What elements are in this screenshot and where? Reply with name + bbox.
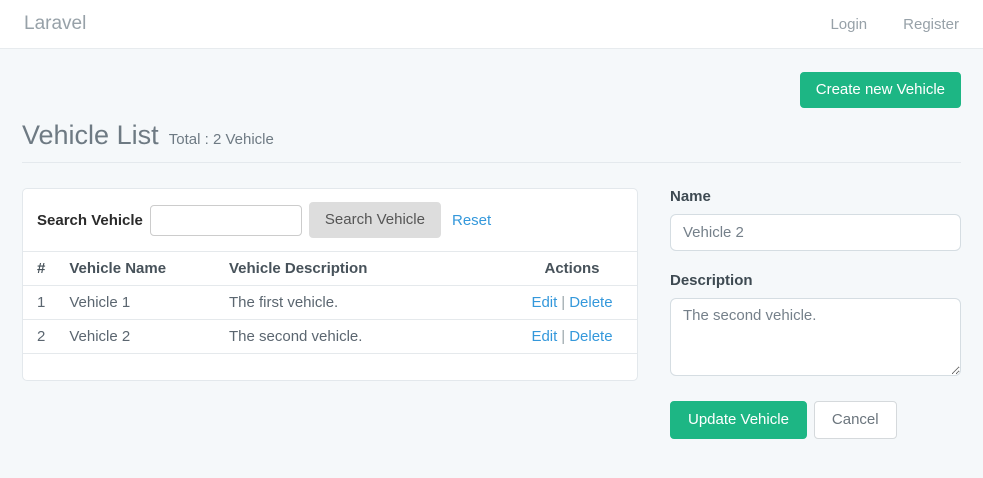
page-subtitle: Total : 2 Vehicle: [169, 131, 274, 148]
login-link[interactable]: Login: [830, 16, 867, 33]
top-actions: Create new Vehicle: [22, 49, 961, 108]
header-vehicle-name: Vehicle Name: [57, 252, 217, 286]
name-input[interactable]: [670, 214, 961, 251]
row-number: 1: [23, 286, 57, 320]
form-buttons: Update Vehicle Cancel: [670, 401, 961, 439]
table-row: 1 Vehicle 1 The first vehicle. Edit|Dele…: [23, 286, 637, 320]
search-row: Search Vehicle Search Vehicle Reset: [23, 189, 637, 251]
update-vehicle-button[interactable]: Update Vehicle: [670, 401, 807, 439]
navbar: Laravel Login Register: [0, 0, 983, 49]
vehicle-list-panel: Search Vehicle Search Vehicle Reset # Ve…: [22, 188, 638, 381]
reset-link[interactable]: Reset: [452, 212, 491, 229]
table-empty-space: [23, 353, 637, 380]
action-separator: |: [561, 328, 565, 345]
page-title: Vehicle List: [22, 120, 159, 150]
header-divider: [22, 162, 961, 163]
row-vehicle-name: Vehicle 2: [57, 320, 217, 354]
header-actions: Actions: [507, 252, 637, 286]
description-label: Description: [670, 272, 961, 289]
edit-link[interactable]: Edit: [531, 294, 557, 311]
vehicle-edit-form: Name Description The second vehicle. Upd…: [670, 188, 961, 439]
register-link[interactable]: Register: [903, 16, 959, 33]
search-button[interactable]: Search Vehicle: [309, 202, 441, 238]
row-vehicle-description: The second vehicle.: [217, 320, 507, 354]
table-row: 2 Vehicle 2 The second vehicle. Edit|Del…: [23, 320, 637, 354]
delete-link[interactable]: Delete: [569, 328, 612, 345]
create-new-vehicle-button[interactable]: Create new Vehicle: [800, 72, 961, 108]
search-input[interactable]: [150, 205, 302, 236]
row-actions: Edit|Delete: [507, 320, 637, 354]
content: Search Vehicle Search Vehicle Reset # Ve…: [22, 188, 961, 439]
name-field-group: Name: [670, 188, 961, 251]
row-number: 2: [23, 320, 57, 354]
name-label: Name: [670, 188, 961, 205]
description-textarea[interactable]: The second vehicle.: [670, 298, 961, 376]
action-separator: |: [561, 294, 565, 311]
table-header-row: # Vehicle Name Vehicle Description Actio…: [23, 252, 637, 286]
brand-link[interactable]: Laravel: [24, 13, 86, 35]
row-actions: Edit|Delete: [507, 286, 637, 320]
cancel-button[interactable]: Cancel: [814, 401, 897, 439]
delete-link[interactable]: Delete: [569, 294, 612, 311]
page-container: Create new Vehicle Vehicle List Total : …: [0, 49, 983, 439]
header-vehicle-description: Vehicle Description: [217, 252, 507, 286]
edit-link[interactable]: Edit: [531, 328, 557, 345]
search-label: Search Vehicle: [37, 212, 143, 229]
row-vehicle-description: The first vehicle.: [217, 286, 507, 320]
header-number: #: [23, 252, 57, 286]
description-field-group: Description The second vehicle.: [670, 272, 961, 380]
row-vehicle-name: Vehicle 1: [57, 286, 217, 320]
nav-links: Login Register: [830, 16, 959, 33]
page-header: Vehicle List Total : 2 Vehicle: [22, 120, 961, 151]
vehicle-table: # Vehicle Name Vehicle Description Actio…: [23, 251, 637, 353]
